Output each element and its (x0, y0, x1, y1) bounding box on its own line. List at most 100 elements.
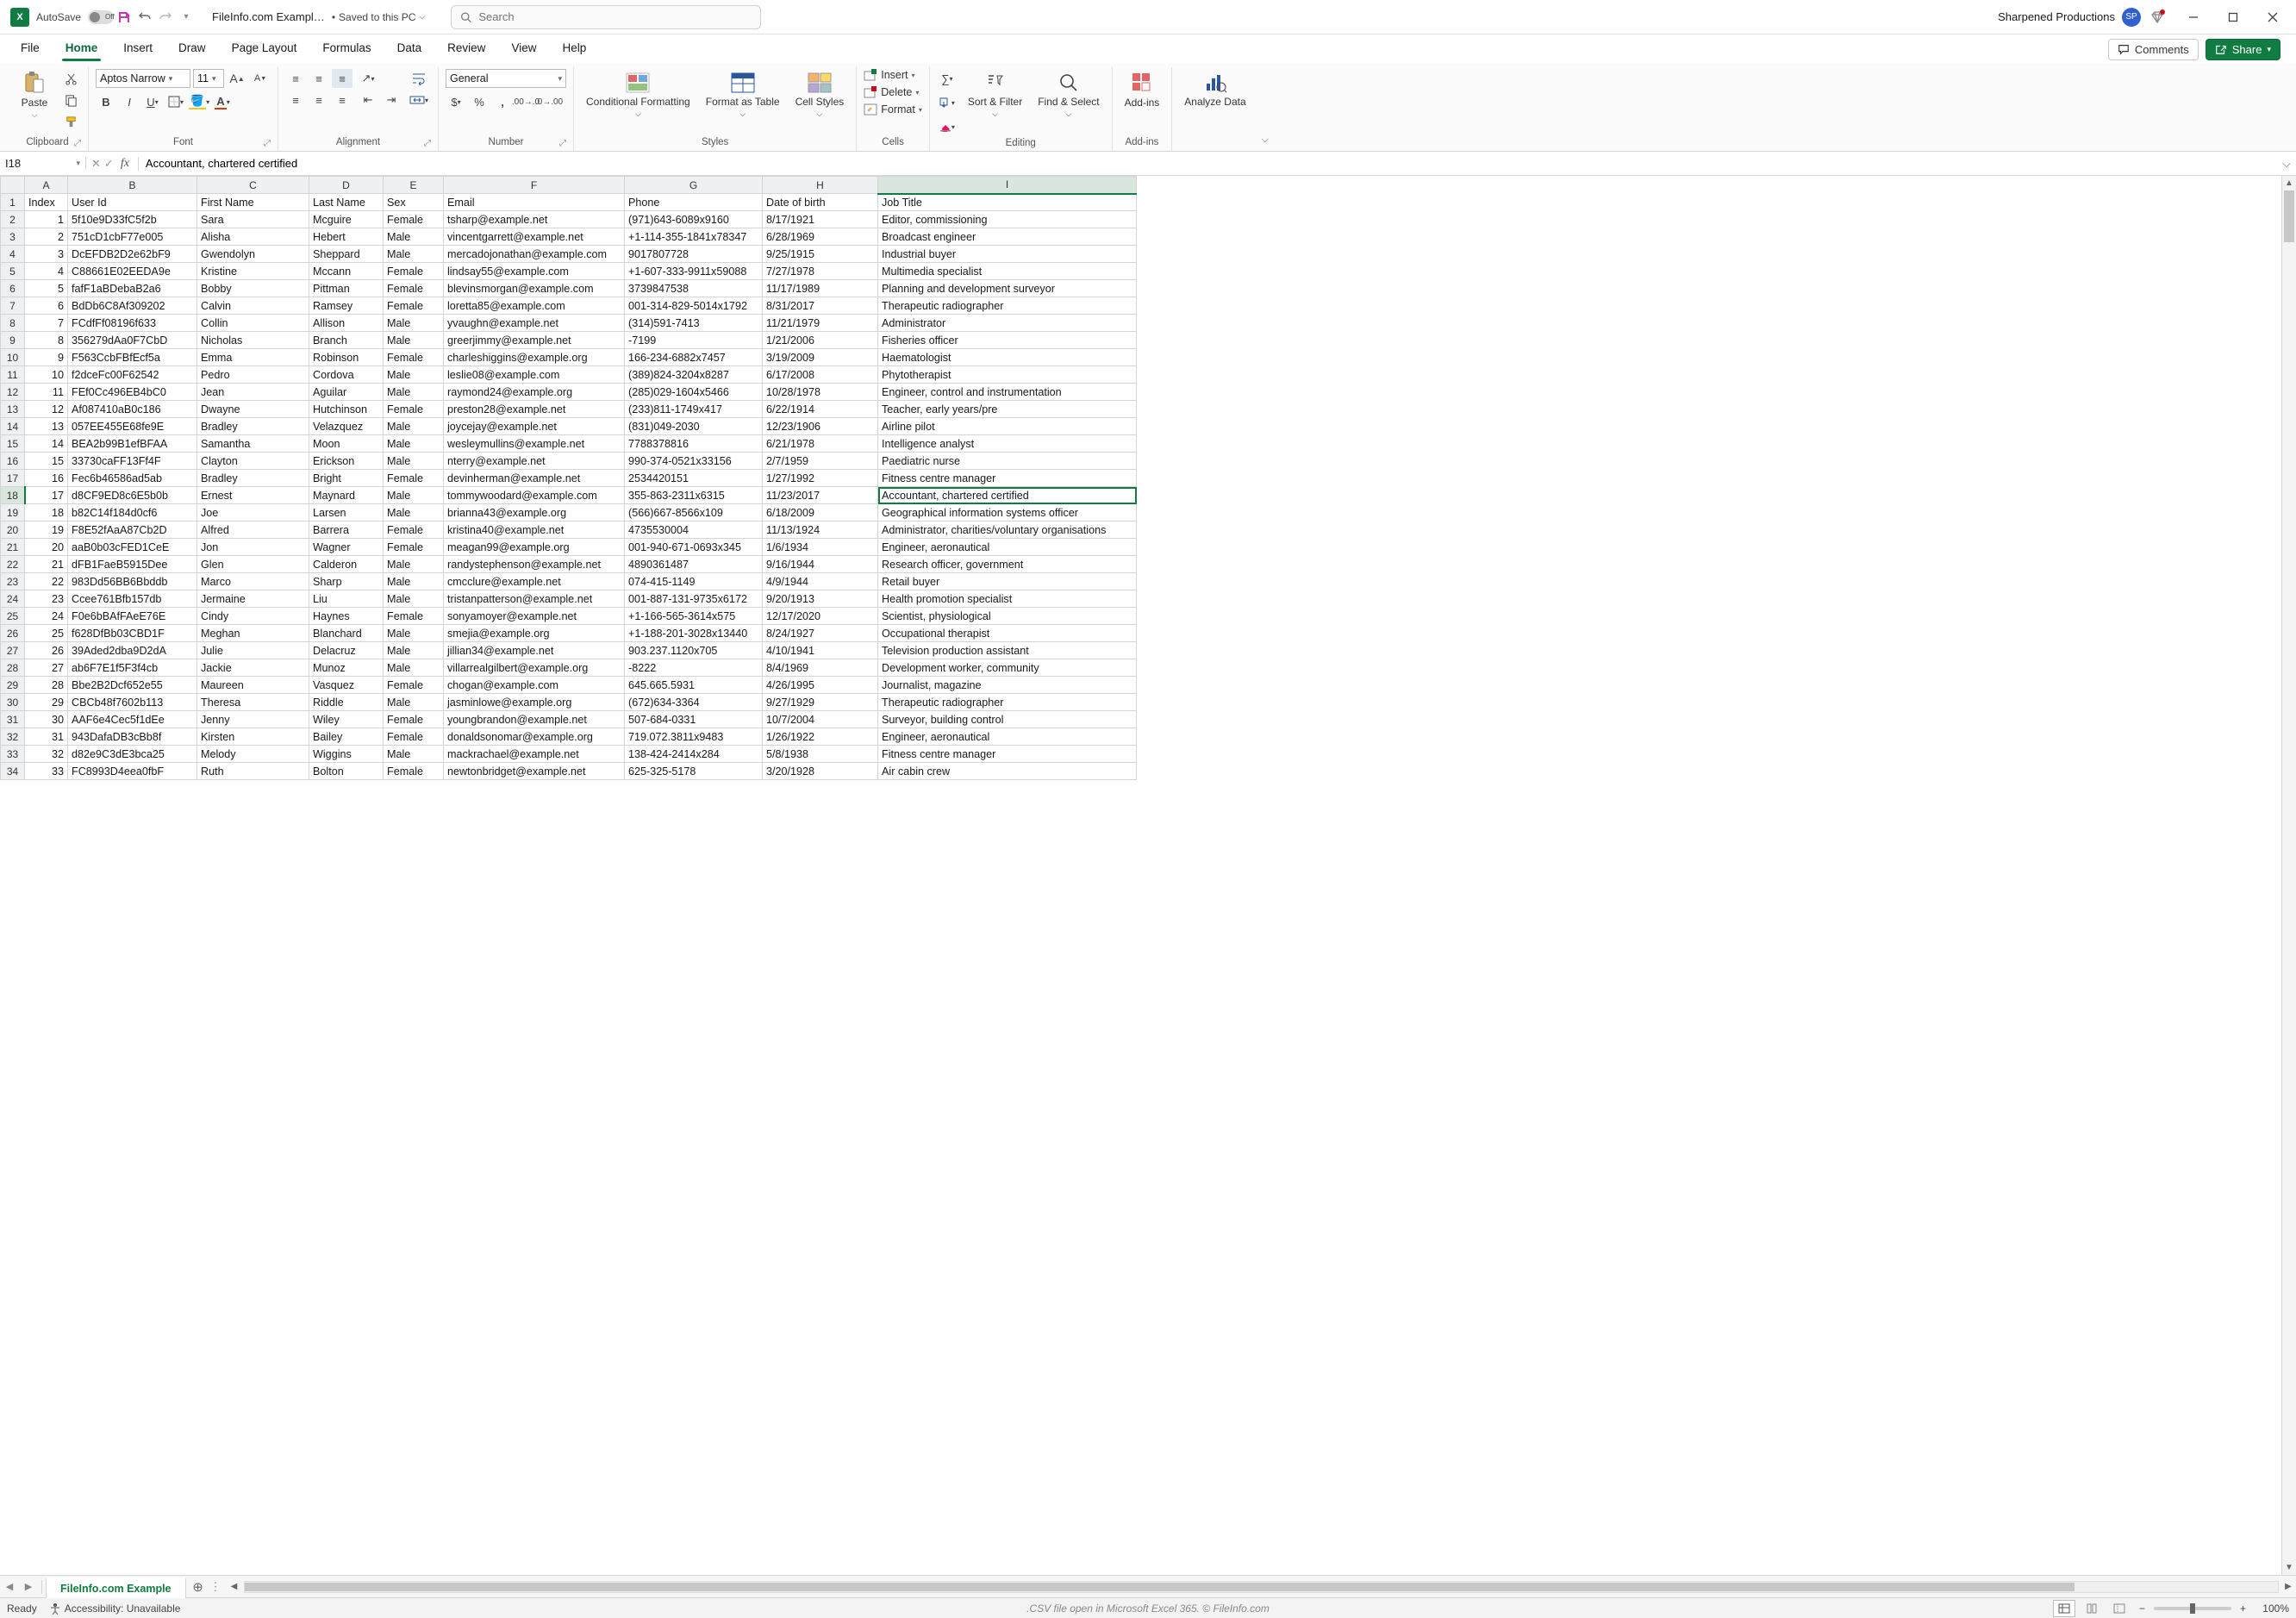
cell[interactable]: 4 (25, 263, 68, 280)
cell[interactable]: Paediatric nurse (878, 453, 1137, 470)
cell[interactable]: Collin (197, 315, 309, 332)
cell[interactable]: Theresa (197, 694, 309, 711)
tab-view[interactable]: View (506, 38, 541, 61)
cell[interactable]: Kristine (197, 263, 309, 280)
cell[interactable]: leslie08@example.com (444, 366, 625, 384)
cell[interactable]: +1-166-565-3614x575 (625, 608, 763, 625)
cell[interactable]: FEf0Cc496EB4bC0 (68, 384, 197, 401)
tab-nav-prev[interactable]: ◀ (0, 1581, 19, 1592)
cell[interactable]: 943DafaDB3cBb8f (68, 728, 197, 746)
scroll-down-icon[interactable]: ▼ (2282, 1560, 2296, 1575)
cell[interactable]: kristina40@example.net (444, 522, 625, 539)
cell[interactable]: Bright (309, 470, 384, 487)
cell[interactable]: 4890361487 (625, 556, 763, 573)
cell[interactable]: 9/16/1944 (763, 556, 878, 573)
cell[interactable]: Fitness centre manager (878, 746, 1137, 763)
row-header[interactable]: 8 (1, 315, 25, 332)
row-header[interactable]: 17 (1, 470, 25, 487)
row-header[interactable]: 10 (1, 349, 25, 366)
cell[interactable]: Multimedia specialist (878, 263, 1137, 280)
cell[interactable]: Geographical information systems officer (878, 504, 1137, 522)
cell[interactable]: f2dceFc00F62542 (68, 366, 197, 384)
cell[interactable]: First Name (197, 194, 309, 211)
cell[interactable]: 8 (25, 332, 68, 349)
cell[interactable]: 29 (25, 694, 68, 711)
cell[interactable]: tsharp@example.net (444, 211, 625, 228)
account-button[interactable]: Sharpened Productions SP (1998, 8, 2141, 27)
cell[interactable]: Female (384, 608, 444, 625)
cell[interactable]: Jean (197, 384, 309, 401)
tab-nav-next[interactable]: ▶ (19, 1581, 38, 1592)
cell[interactable]: lindsay55@example.com (444, 263, 625, 280)
row-header[interactable]: 5 (1, 263, 25, 280)
cell[interactable]: 1/21/2006 (763, 332, 878, 349)
cell[interactable]: Sheppard (309, 246, 384, 263)
cell[interactable]: 8/31/2017 (763, 297, 878, 315)
cell[interactable]: 001-314-829-5014x1792 (625, 297, 763, 315)
column-header[interactable]: A (25, 177, 68, 194)
cell[interactable]: Liu (309, 590, 384, 608)
row-header[interactable]: 16 (1, 453, 25, 470)
cell[interactable]: 4/10/1941 (763, 642, 878, 659)
cell[interactable]: Last Name (309, 194, 384, 211)
cell[interactable]: 507-684-0331 (625, 711, 763, 728)
cell[interactable]: yvaughn@example.net (444, 315, 625, 332)
cell[interactable]: Female (384, 349, 444, 366)
row-header[interactable]: 4 (1, 246, 25, 263)
cell[interactable]: Female (384, 211, 444, 228)
cell[interactable]: 8/4/1969 (763, 659, 878, 677)
cell[interactable]: (831)049-2030 (625, 418, 763, 435)
cell[interactable]: 20 (25, 539, 68, 556)
page-break-view-button[interactable] (2108, 1600, 2131, 1617)
accounting-format-button[interactable]: $▾ (446, 92, 466, 111)
fill-button[interactable]: ▾ (937, 93, 958, 112)
cell[interactable]: Fec6b46586ad5ab (68, 470, 197, 487)
cell[interactable]: 25 (25, 625, 68, 642)
enter-formula-icon[interactable]: ✓ (104, 157, 114, 171)
decrease-decimal-button[interactable]: .0→.00 (539, 92, 559, 111)
cell[interactable]: Pittman (309, 280, 384, 297)
cell[interactable]: Male (384, 487, 444, 504)
cell[interactable]: 3 (25, 246, 68, 263)
minimize-button[interactable] (2174, 0, 2213, 34)
cell[interactable]: 10/7/2004 (763, 711, 878, 728)
cell[interactable]: 3/20/1928 (763, 763, 878, 780)
cell[interactable]: randystephenson@example.net (444, 556, 625, 573)
cell[interactable]: Development worker, community (878, 659, 1137, 677)
cell[interactable]: 32 (25, 746, 68, 763)
cell[interactable]: Blanchard (309, 625, 384, 642)
merge-button[interactable]: ▾ (407, 91, 431, 109)
cell[interactable]: (672)634-3364 (625, 694, 763, 711)
row-header[interactable]: 11 (1, 366, 25, 384)
expand-formula-bar-button[interactable]: ⌵ (2277, 157, 2296, 171)
row-header[interactable]: 20 (1, 522, 25, 539)
cell[interactable]: Female (384, 763, 444, 780)
scroll-right-icon[interactable]: ▶ (2280, 1582, 2296, 1591)
cell[interactable]: Male (384, 435, 444, 453)
row-header[interactable]: 19 (1, 504, 25, 522)
cell[interactable]: aaB0b03cFED1CeE (68, 539, 197, 556)
cell[interactable]: -7199 (625, 332, 763, 349)
cell[interactable]: Nicholas (197, 332, 309, 349)
cell[interactable]: Male (384, 418, 444, 435)
cell[interactable]: 5/8/1938 (763, 746, 878, 763)
cell[interactable]: b82C14f184d0cf6 (68, 504, 197, 522)
row-header[interactable]: 31 (1, 711, 25, 728)
percent-button[interactable]: % (469, 92, 490, 111)
row-header[interactable]: 30 (1, 694, 25, 711)
cell[interactable]: 625-325-5178 (625, 763, 763, 780)
cell[interactable]: Male (384, 573, 444, 590)
cell[interactable]: Pedro (197, 366, 309, 384)
fill-color-button[interactable]: 🪣▾ (189, 92, 209, 111)
cell[interactable]: Administrator, charities/voluntary organ… (878, 522, 1137, 539)
cell[interactable]: (233)811-1749x417 (625, 401, 763, 418)
border-button[interactable]: ▾ (165, 92, 186, 111)
row-header[interactable]: 12 (1, 384, 25, 401)
cell[interactable]: 10 (25, 366, 68, 384)
scroll-up-icon[interactable]: ▲ (2282, 176, 2296, 191)
cell[interactable]: Julie (197, 642, 309, 659)
select-all-corner[interactable] (1, 177, 25, 194)
column-header[interactable]: E (384, 177, 444, 194)
window-title[interactable]: FileInfo.com Exampl… • Saved to this PC … (212, 10, 425, 23)
cell[interactable]: preston28@example.net (444, 401, 625, 418)
